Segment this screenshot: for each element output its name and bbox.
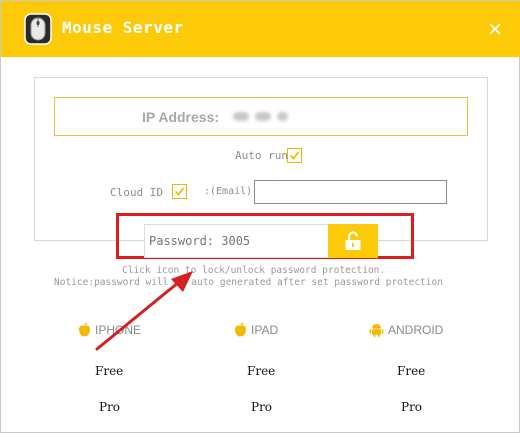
main-window: Mouse Server IP Address: Auto run Cloud …	[0, 0, 520, 433]
iphone-pro-link[interactable]: Pro	[99, 400, 120, 414]
password-input[interactable]	[144, 224, 329, 258]
window-title: Mouse Server	[62, 18, 184, 37]
blurred-segment	[233, 112, 249, 121]
cloud-id-label: Cloud ID	[110, 186, 163, 199]
blurred-segment	[277, 112, 288, 121]
android-pro-link[interactable]: Pro	[401, 400, 422, 414]
platform-android: ANDROID	[369, 322, 443, 337]
password-notice-text: Notice:password will be auto generated a…	[54, 277, 443, 288]
close-icon[interactable]	[485, 19, 505, 39]
apple-icon	[79, 322, 90, 337]
android-free-link[interactable]: Free	[397, 364, 425, 378]
lock-hint-text: Click icon to lock/unlock password prote…	[122, 265, 386, 276]
autorun-label: Auto run	[235, 149, 288, 162]
iphone-free-link[interactable]: Free	[95, 364, 123, 378]
ipad-free-link[interactable]: Free	[247, 364, 275, 378]
unlock-icon	[345, 231, 361, 250]
cloud-id-checkbox[interactable]	[172, 184, 187, 199]
platform-iphone: IPHONE	[78, 322, 141, 337]
email-label: :(Email)	[204, 186, 253, 197]
platform-label: IPAD	[251, 322, 279, 337]
email-input[interactable]	[254, 180, 447, 204]
ip-address-value-blurred	[233, 107, 288, 121]
apple-icon	[235, 322, 246, 337]
ipad-pro-link[interactable]: Pro	[251, 400, 272, 414]
platform-ipad: IPAD	[234, 322, 278, 337]
ip-address-label: IP Address:	[142, 109, 220, 125]
platform-label: ANDROID	[388, 322, 444, 337]
blurred-segment	[255, 112, 271, 121]
mouse-app-icon	[24, 13, 52, 45]
platform-label: IPHONE	[95, 322, 142, 337]
lock-toggle-button[interactable]	[328, 224, 378, 258]
title-bar[interactable]: Mouse Server	[1, 1, 520, 57]
android-icon	[369, 324, 384, 337]
checkmark-icon	[174, 187, 185, 196]
checkmark-icon	[289, 151, 300, 160]
autorun-checkbox[interactable]	[287, 148, 302, 163]
